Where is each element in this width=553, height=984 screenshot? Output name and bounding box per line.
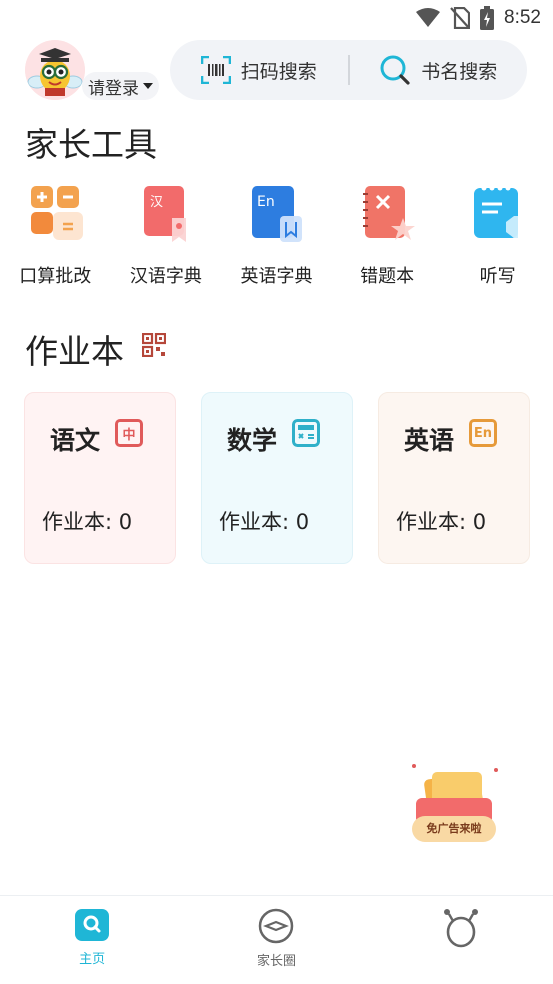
tool-arithmetic-check[interactable]: 口算批改 bbox=[0, 182, 111, 288]
bee-mascot-icon bbox=[25, 40, 85, 100]
avatar[interactable] bbox=[25, 40, 85, 100]
mistake-book-icon bbox=[355, 182, 419, 246]
homework-card-english[interactable]: 英语 En 作业本: 0 bbox=[378, 392, 530, 564]
card-subject: 语文 bbox=[50, 426, 101, 455]
scan-search-label: 扫码搜索 bbox=[240, 60, 317, 83]
parent-tools-list: 口算批改 汉 汉语字典 En 英语字典 错题本 听写 bbox=[0, 182, 553, 288]
barcode-scan-icon bbox=[200, 56, 231, 84]
tab-parents-circle[interactable]: 家长圈 bbox=[184, 896, 368, 984]
search-bar: 扫码搜索 书名搜索 bbox=[170, 40, 527, 100]
antenna-head-icon bbox=[443, 909, 478, 948]
bottom-tab-bar: 主页 家长圈 bbox=[0, 895, 553, 984]
tool-label: 听写 bbox=[479, 266, 516, 287]
title-search-button[interactable]: 书名搜索 bbox=[350, 40, 528, 100]
tab-label: 主页 bbox=[79, 952, 106, 967]
status-icons: 8:52 bbox=[416, 6, 541, 30]
card-subject: 数学 bbox=[227, 426, 278, 455]
homework-cards: 语文 中 作业本: 0 数学 作业本: 0 英语 En 作业本: 0 bbox=[24, 392, 530, 564]
status-time: 8:52 bbox=[504, 7, 541, 28]
qr-code-icon[interactable] bbox=[142, 333, 166, 357]
card-count: 作业本: 0 bbox=[396, 510, 487, 534]
no-sim-icon bbox=[450, 7, 471, 29]
battery-charging-icon bbox=[480, 6, 495, 30]
tab-label: 家长圈 bbox=[256, 954, 296, 969]
caret-down-icon bbox=[143, 83, 153, 89]
english-dictionary-icon: En bbox=[244, 182, 308, 246]
chinese-dictionary-icon: 汉 bbox=[134, 182, 198, 246]
chinese-badge-icon: 中 bbox=[115, 419, 143, 447]
homework-title: 作业本 bbox=[25, 332, 124, 371]
tool-label: 汉语字典 bbox=[129, 266, 202, 287]
tool-label: 英语字典 bbox=[240, 266, 313, 287]
arithmetic-check-icon bbox=[23, 182, 87, 246]
title-search-label: 书名搜索 bbox=[421, 60, 498, 83]
tool-english-dictionary[interactable]: En 英语字典 bbox=[221, 182, 332, 288]
promo-label: 免广告来啦 bbox=[426, 822, 482, 835]
svg-text:汉: 汉 bbox=[150, 195, 163, 210]
status-bar: 8:52 bbox=[0, 0, 553, 36]
tool-label: 错题本 bbox=[360, 266, 415, 287]
card-count: 作业本: 0 bbox=[42, 510, 133, 534]
tab-profile[interactable] bbox=[369, 896, 553, 984]
card-count: 作业本: 0 bbox=[219, 510, 310, 534]
dictation-icon bbox=[466, 182, 530, 246]
home-search-icon bbox=[75, 909, 110, 941]
card-subject: 英语 bbox=[404, 426, 455, 455]
tab-home[interactable]: 主页 bbox=[0, 896, 184, 984]
ad-free-promo[interactable]: 免广告来啦 bbox=[408, 760, 504, 846]
parent-tools-title: 家长工具 bbox=[25, 125, 157, 164]
scan-search-button[interactable]: 扫码搜索 bbox=[170, 40, 348, 100]
tool-mistake-book[interactable]: 错题本 bbox=[332, 182, 443, 288]
tool-label: 口算批改 bbox=[19, 266, 92, 287]
svg-text:En: En bbox=[257, 194, 275, 210]
search-icon bbox=[380, 55, 410, 85]
login-label: 请登录 bbox=[88, 78, 139, 99]
tool-dictation[interactable]: 听写 bbox=[442, 182, 553, 288]
wifi-icon bbox=[416, 8, 441, 27]
compass-circle-icon bbox=[259, 908, 294, 944]
homework-card-chinese[interactable]: 语文 中 作业本: 0 bbox=[24, 392, 176, 564]
calculator-icon bbox=[292, 419, 320, 447]
login-button[interactable]: 请登录 bbox=[82, 72, 159, 100]
english-badge-icon: En bbox=[469, 419, 497, 447]
tool-chinese-dictionary[interactable]: 汉 汉语字典 bbox=[111, 182, 222, 288]
homework-card-math[interactable]: 数学 作业本: 0 bbox=[201, 392, 353, 564]
